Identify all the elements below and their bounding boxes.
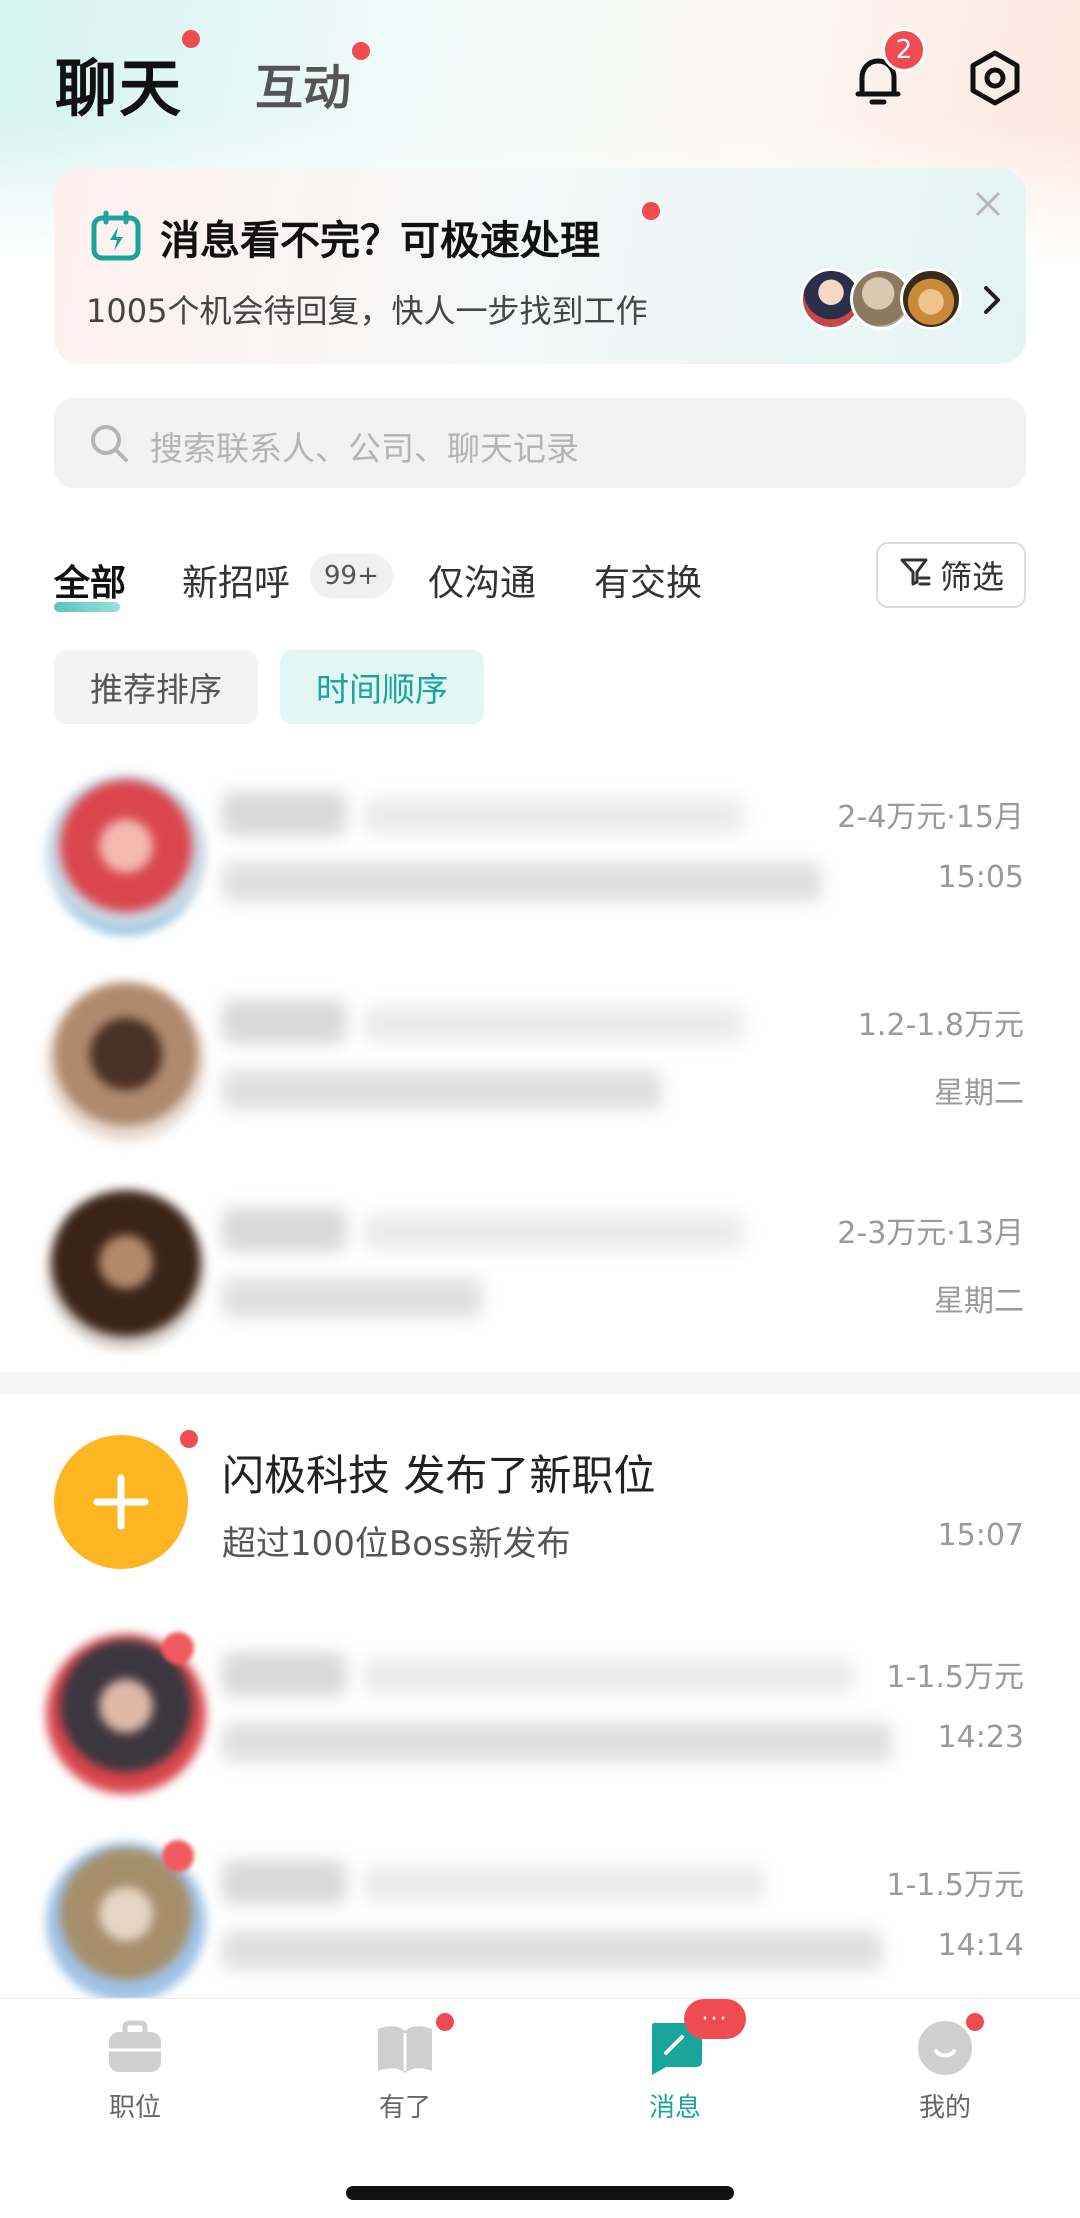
filter-label: 筛选 bbox=[939, 558, 1004, 596]
message-time: 星期二 bbox=[934, 1076, 1024, 1111]
active-tab-indicator bbox=[54, 602, 120, 612]
nav-youle[interactable]: 有了 bbox=[335, 2011, 475, 2124]
last-message-redacted bbox=[222, 1722, 892, 1762]
message-icon: ··· bbox=[644, 1999, 746, 2079]
salary-range: 2-3万元·13月 bbox=[837, 1216, 1024, 1251]
chat-list-item[interactable]: 1-1.5万元 14:14 bbox=[0, 1818, 1080, 2028]
message-time: 星期二 bbox=[934, 1284, 1024, 1319]
notice-unread-dot bbox=[180, 1430, 198, 1448]
nav-messages[interactable]: ··· 消息 bbox=[605, 1999, 746, 2124]
last-message-redacted bbox=[222, 1070, 662, 1110]
chat-list-item[interactable]: 1.2-1.8万元 星期二 bbox=[0, 958, 1080, 1168]
salary-range: 1-1.5万元 bbox=[886, 1868, 1024, 1903]
chat-list-item[interactable]: 2-3万元·13月 星期二 bbox=[0, 1166, 1080, 1376]
sort-recommended-button[interactable]: 推荐排序 bbox=[54, 650, 258, 724]
message-time: 15:05 bbox=[937, 860, 1024, 895]
nav-label: 我的 bbox=[918, 2093, 971, 2123]
bottom-nav: 职位 有了 ··· 消息 我的 bbox=[0, 1998, 1080, 2218]
nav-unread-dot bbox=[434, 2011, 456, 2033]
contact-name-redacted bbox=[222, 792, 346, 836]
tab-communicated-only[interactable]: 仅沟通 bbox=[428, 554, 536, 606]
nav-unread-dot bbox=[964, 2011, 986, 2033]
nav-profile[interactable]: 我的 bbox=[875, 2011, 1015, 2124]
tab-new-greetings[interactable]: 新招呼 bbox=[182, 554, 290, 606]
book-icon bbox=[374, 2011, 456, 2079]
last-message-redacted bbox=[222, 1278, 482, 1318]
notification-badge: 2 bbox=[882, 28, 926, 72]
recruiter-avatar-stack bbox=[800, 268, 970, 332]
sort-by-time-button[interactable]: 时间顺序 bbox=[280, 650, 484, 724]
filter-icon bbox=[898, 554, 932, 596]
last-message-redacted bbox=[222, 862, 822, 902]
tab-interact[interactable]: 互动 bbox=[255, 48, 351, 118]
interact-unread-dot bbox=[352, 42, 370, 60]
unread-dot bbox=[162, 1632, 194, 1664]
new-job-notice-avatar[interactable] bbox=[54, 1435, 188, 1569]
company-title-redacted bbox=[364, 798, 744, 834]
section-divider bbox=[0, 1372, 1080, 1394]
tab-exchanged[interactable]: 有交换 bbox=[594, 554, 702, 606]
nav-label: 有了 bbox=[378, 2093, 431, 2123]
new-greetings-count-badge: 99+ bbox=[310, 554, 393, 598]
contact-name-redacted bbox=[222, 1652, 346, 1696]
messages-unread-badge: ··· bbox=[684, 1999, 746, 2039]
search-icon bbox=[88, 422, 130, 464]
briefcase-icon bbox=[104, 2017, 166, 2079]
unread-dot bbox=[162, 1840, 194, 1872]
new-job-notice-subtitle: 超过100位Boss新发布 bbox=[222, 1524, 571, 1564]
contact-name-redacted bbox=[222, 1208, 346, 1252]
avatar bbox=[900, 268, 962, 330]
tab-all[interactable]: 全部 bbox=[54, 554, 126, 606]
chat-list-item[interactable]: 2-4万元·15月 15:05 bbox=[0, 750, 1080, 960]
banner-title: 消息看不完？可极速处理 bbox=[160, 218, 600, 264]
search-placeholder: 搜索联系人、公司、聊天记录 bbox=[150, 429, 579, 468]
close-icon[interactable] bbox=[968, 184, 1008, 224]
message-time: 14:23 bbox=[937, 1720, 1024, 1755]
company-title-redacted bbox=[364, 1866, 764, 1902]
settings-icon[interactable] bbox=[965, 48, 1025, 108]
company-title-redacted bbox=[364, 1658, 854, 1694]
chevron-right-icon[interactable] bbox=[974, 280, 1010, 320]
banner-unread-dot bbox=[642, 202, 660, 220]
avatar bbox=[46, 1190, 206, 1350]
salary-range: 2-4万元·15月 bbox=[837, 800, 1024, 835]
filter-button[interactable]: 筛选 bbox=[876, 542, 1026, 608]
search-input[interactable]: 搜索联系人、公司、聊天记录 bbox=[54, 398, 1026, 488]
last-message-redacted bbox=[222, 1930, 882, 1970]
contact-name-redacted bbox=[222, 1000, 346, 1044]
nav-label: 消息 bbox=[648, 2093, 701, 2123]
message-time: 14:14 bbox=[937, 1928, 1024, 1963]
banner-subtitle: 1005个机会待回复，快人一步找到工作 bbox=[86, 292, 648, 330]
smiley-profile-icon bbox=[914, 2011, 986, 2079]
salary-range: 1-1.5万元 bbox=[886, 1660, 1024, 1695]
nav-label: 职位 bbox=[108, 2093, 161, 2123]
contact-name-redacted bbox=[222, 1860, 346, 1904]
company-title-redacted bbox=[364, 1214, 744, 1250]
chat-unread-dot bbox=[182, 30, 200, 48]
avatar bbox=[46, 982, 206, 1142]
chat-filter-tabs: 全部 新招呼 99+ 仅沟通 有交换 筛选 bbox=[54, 542, 1026, 618]
quick-process-banner[interactable]: 消息看不完？可极速处理 1005个机会待回复，快人一步找到工作 bbox=[54, 168, 1026, 364]
message-time: 15:07 bbox=[937, 1518, 1024, 1553]
chat-list-item[interactable]: 1-1.5万元 14:23 bbox=[0, 1610, 1080, 1820]
new-job-notice-title[interactable]: 闪极科技 发布了新职位 bbox=[222, 1442, 655, 1503]
company-title-redacted bbox=[364, 1006, 744, 1042]
salary-range: 1.2-1.8万元 bbox=[857, 1008, 1024, 1043]
avatar bbox=[46, 774, 206, 934]
home-indicator bbox=[346, 2186, 734, 2200]
tab-chat[interactable]: 聊天 bbox=[55, 38, 183, 128]
nav-jobs[interactable]: 职位 bbox=[65, 2017, 205, 2124]
lightning-calendar-icon bbox=[90, 210, 142, 262]
